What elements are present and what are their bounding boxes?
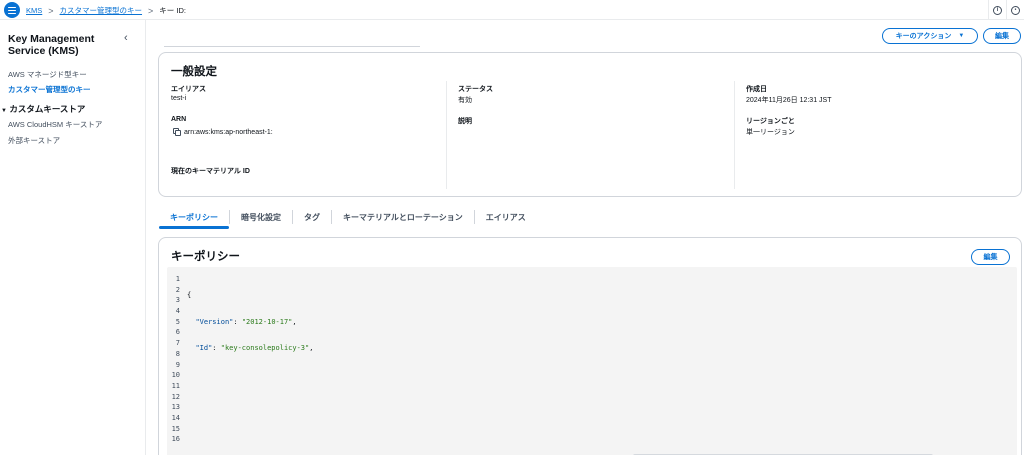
- info-button[interactable]: i: [988, 0, 1006, 20]
- copy-icon[interactable]: [173, 128, 181, 137]
- code-line: "Id": "key-consolepolicy-3",: [195, 344, 314, 353]
- edit-policy-button[interactable]: 編集: [971, 249, 1010, 265]
- edit-button[interactable]: 編集: [983, 28, 1021, 44]
- line-number: 12: [171, 392, 180, 401]
- line-number: 16: [171, 435, 180, 444]
- tab-key-policy[interactable]: キーポリシー: [159, 206, 229, 229]
- tab-key-material-rotation[interactable]: キーマテリアルとローテーション: [332, 206, 474, 228]
- sidebar-item-external-key-store[interactable]: 外部キーストア: [8, 135, 60, 146]
- breadcrumb-kms[interactable]: KMS: [26, 6, 42, 15]
- breadcrumb-key-id: キー ID:: [159, 6, 186, 15]
- line-number: 2: [175, 285, 180, 294]
- tab-cryptographic-configuration[interactable]: 暗号化設定: [230, 206, 292, 228]
- hamburger-menu-button[interactable]: [4, 2, 20, 18]
- column-divider: [446, 81, 447, 189]
- sidebar-title: Key Management Service (KMS): [8, 33, 95, 57]
- breadcrumb: KMS > カスタマー管理型のキー > キー ID:: [26, 5, 186, 16]
- caret-down-icon: ▼: [1, 108, 7, 114]
- sidebar-item-customer-managed-keys[interactable]: カスタマー管理型のキー: [8, 84, 91, 95]
- key-actions-button[interactable]: キーのアクション ▼: [882, 28, 978, 44]
- line-number: 3: [175, 296, 180, 305]
- line-number: 8: [175, 349, 180, 358]
- main-content: キーのアクション ▼ 編集 一般設定 エイリアス test-i ARN arn:…: [147, 20, 1024, 455]
- caret-down-icon: ▼: [958, 33, 965, 39]
- line-number: 13: [171, 403, 180, 412]
- description-label: 説明: [458, 118, 472, 125]
- creation-date-label: 作成日: [746, 86, 767, 93]
- code-line: {: [187, 291, 192, 299]
- creation-date-value: 2024年11月26日 12:31 JST: [746, 97, 832, 104]
- line-number: 6: [175, 328, 180, 337]
- line-number: 9: [175, 360, 180, 369]
- info-icon: i: [993, 5, 1002, 15]
- line-number: 15: [171, 424, 180, 433]
- key-material-id-label: 現在のキーマテリアル ID: [171, 168, 250, 175]
- line-number: 5: [175, 317, 180, 326]
- tab-aliases[interactable]: エイリアス: [475, 206, 537, 228]
- sidebar-item-cloudhsm-key-store[interactable]: AWS CloudHSM キーストア: [8, 119, 102, 130]
- column-divider: [734, 81, 735, 189]
- line-numbers: 1 2 3 4 5 6 7 8 9 10 11 12 13 14 15 16: [167, 274, 180, 445]
- tab-list: キーポリシー 暗号化設定 タグ キーマテリアルとローテーション エイリアス: [159, 206, 537, 229]
- general-settings-card: 一般設定 エイリアス test-i ARN arn:aws:kms:ap-nor…: [158, 52, 1022, 197]
- divider: [164, 46, 420, 47]
- notifications-button[interactable]: •: [1006, 0, 1024, 20]
- arn-label: ARN: [171, 116, 187, 123]
- collapse-sidebar-button[interactable]: ‹: [124, 32, 128, 44]
- general-settings-title: 一般設定: [171, 66, 217, 78]
- status-value: 有効: [458, 97, 472, 104]
- arn-value: arn:aws:kms:ap-northeast-1:: [184, 129, 273, 136]
- chevron-right-icon: >: [48, 5, 54, 16]
- top-navigation-bar: KMS > カスタマー管理型のキー > キー ID: i •: [0, 0, 1024, 20]
- line-number: 11: [171, 381, 180, 390]
- breadcrumb-customer-managed-keys[interactable]: カスタマー管理型のキー: [60, 5, 143, 16]
- key-actions-label: キーのアクション: [895, 33, 952, 40]
- regionality-label: リージョンごと: [746, 118, 795, 125]
- sidebar-group-custom-key-stores[interactable]: ▼ カスタムキーストア: [1, 103, 85, 115]
- line-number: 1: [175, 275, 180, 283]
- tab-tags[interactable]: タグ: [293, 206, 331, 228]
- policy-code-editor[interactable]: 1 2 3 4 5 6 7 8 9 10 11 12 13 14 15 16 {…: [167, 267, 1017, 455]
- sidebar-item-aws-managed-keys[interactable]: AWS マネージド型キー: [8, 69, 87, 80]
- line-number: 14: [171, 413, 180, 422]
- side-navigation: Key Management Service (KMS) ‹ AWS マネージド…: [0, 20, 146, 455]
- line-number: 4: [175, 307, 180, 316]
- regionality-value: 単一リージョン: [746, 129, 795, 136]
- clock-icon: •: [1011, 5, 1020, 15]
- sidebar-group-label: カスタムキーストア: [9, 104, 86, 114]
- policy-code: { "Version": "2012-10-17", "Id": "key-co…: [187, 274, 313, 370]
- key-policy-card: キーポリシー 編集 1 2 3 4 5 6 7 8 9 10 11 12 13 …: [158, 237, 1022, 455]
- status-label: ステータス: [458, 86, 493, 93]
- alias-value: test-i: [171, 95, 187, 102]
- alias-label: エイリアス: [171, 86, 206, 93]
- line-number: 7: [175, 339, 180, 348]
- line-number: 10: [171, 371, 180, 380]
- key-policy-title: キーポリシー: [171, 251, 240, 263]
- chevron-right-icon: >: [148, 5, 154, 16]
- code-line: "Version": "2012-10-17",: [195, 317, 297, 326]
